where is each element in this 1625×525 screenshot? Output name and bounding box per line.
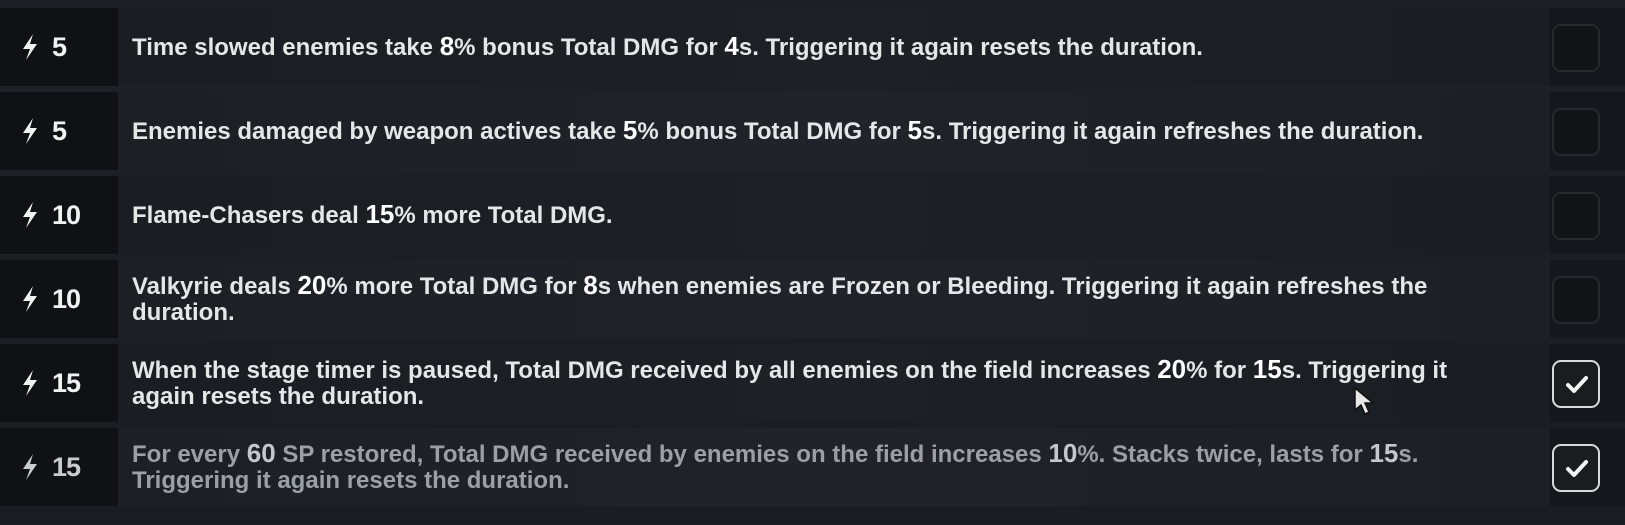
description-text: SP restored, Total DMG received by enemi… [275,441,1049,468]
description-text: Valkyrie deals [132,273,298,300]
buff-row[interactable]: 5 Time slowed enemies take 8% bonus Total… [0,8,1625,86]
cost-value: 15 [52,451,81,482]
description-text: % more Total DMG. [394,202,613,229]
select-checkbox[interactable] [1552,24,1600,72]
highlighted-value: 5 [907,115,923,145]
highlighted-value: 60 [246,438,276,468]
cost-cell: 15 [0,428,118,506]
highlighted-value: 4 [724,31,739,61]
lightning-bolt-icon [20,117,40,145]
highlighted-value: 8 [583,270,598,300]
buff-row[interactable]: 10 Valkyrie deals 20% more Total DMG for … [0,260,1625,338]
highlighted-value: 20 [297,270,327,300]
description-text: Flame-Chasers deal [132,202,366,229]
description-text: Enemies damaged by weapon actives take [132,118,623,145]
buff-description: Flame-Chasers deal 15% more Total DMG. [132,201,613,229]
description-text: % bonus Total DMG for [637,118,908,145]
lightning-bolt-icon [20,453,40,481]
buff-description-cell: When the stage timer is paused, Total DM… [118,344,1550,422]
buff-description-cell: Time slowed enemies take 8% bonus Total … [118,8,1550,86]
buff-description: For every 60 SP restored, Total DMG rece… [132,440,1510,494]
buff-description: Valkyrie deals 20% more Total DMG for 8s… [132,272,1510,326]
buff-description: Time slowed enemies take 8% bonus Total … [132,33,1203,61]
highlighted-value: 15 [1252,354,1282,384]
select-checkbox[interactable] [1552,192,1600,240]
highlighted-value: 5 [622,115,638,145]
lightning-bolt-icon [20,201,40,229]
buff-selection-panel: 5 Time slowed enemies take 8% bonus Total… [0,0,1625,525]
description-text: For every [132,441,247,468]
description-text: s. Triggering it again resets the durati… [738,34,1203,61]
highlighted-value: 10 [1048,438,1078,468]
cost-cell: 10 [0,260,118,338]
description-text: % for [1186,357,1253,384]
highlighted-value: 15 [365,199,395,229]
buff-description-cell: For every 60 SP restored, Total DMG rece… [118,428,1550,506]
buff-description-cell: Valkyrie deals 20% more Total DMG for 8s… [118,260,1550,338]
buff-row[interactable]: 15 For every 60 SP restored, Total DMG re… [0,428,1625,506]
buff-description-cell: Flame-Chasers deal 15% more Total DMG. [118,176,1550,254]
select-checkbox[interactable] [1552,276,1600,324]
lightning-bolt-icon [20,369,40,397]
highlighted-value: 8 [439,31,455,61]
buff-row[interactable]: 10 Flame-Chasers deal 15% more Total DMG. [0,176,1625,254]
buff-description: When the stage timer is paused, Total DM… [132,356,1510,410]
cost-value: 15 [52,367,81,398]
mouse-pointer-icon [1352,386,1378,416]
buff-row[interactable]: 5 Enemies damaged by weapon actives take … [0,92,1625,170]
select-checkbox[interactable] [1552,108,1600,156]
description-text: %. Stacks twice, lasts for [1077,441,1370,468]
description-text: s. Triggering it again refreshes the dur… [922,118,1424,145]
highlighted-value: 15 [1369,438,1399,468]
cost-value: 10 [52,199,81,230]
description-text: % bonus Total DMG for [454,34,725,61]
lightning-bolt-icon [20,285,40,313]
description-text: Time slowed enemies take [132,34,440,61]
cost-value: 5 [52,115,67,146]
buff-description-cell: Enemies damaged by weapon actives take 5… [118,92,1550,170]
top-strip [0,0,1625,8]
cost-cell: 15 [0,344,118,422]
cost-cell: 5 [0,8,118,86]
checkmark-icon [1565,375,1589,400]
lightning-bolt-icon [20,33,40,61]
cost-cell: 5 [0,92,118,170]
buff-description: Enemies damaged by weapon actives take 5… [132,117,1423,145]
cost-cell: 10 [0,176,118,254]
checkmark-icon [1565,459,1589,484]
highlighted-value: 20 [1157,354,1187,384]
description-text: % more Total DMG for [326,273,584,300]
cost-value: 10 [52,283,81,314]
cost-value: 5 [52,31,67,62]
select-checkbox[interactable] [1552,360,1600,408]
description-text: When the stage timer is paused, Total DM… [132,357,1158,384]
buff-row[interactable]: 15 When the stage timer is paused, Total … [0,344,1625,422]
select-checkbox[interactable] [1552,444,1600,492]
